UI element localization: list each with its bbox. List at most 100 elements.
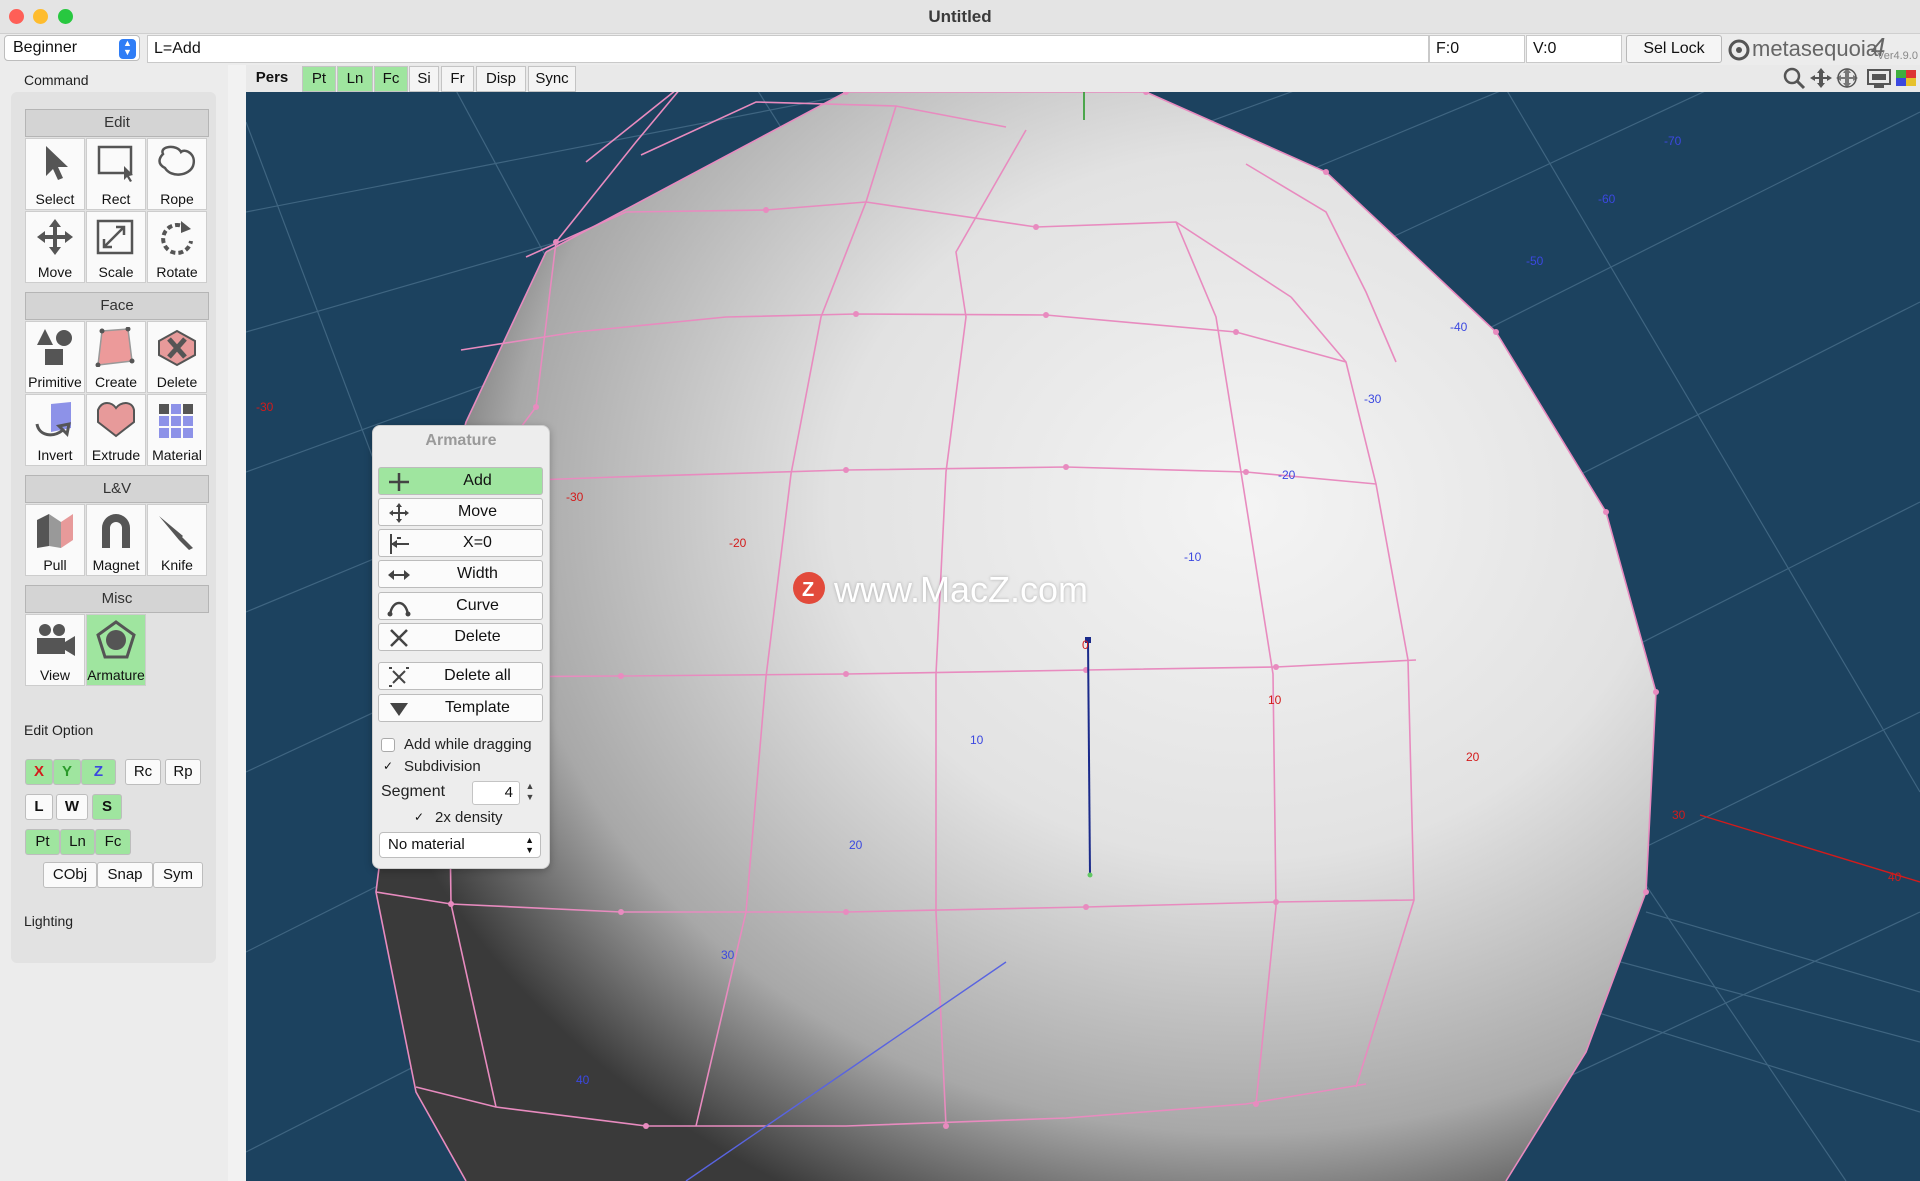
- axis-label: 20: [1466, 750, 1480, 764]
- axis-label: 30: [1672, 808, 1686, 822]
- knife-icon: [159, 516, 193, 550]
- group-lv-header[interactable]: L&V: [25, 475, 209, 503]
- armature-add-label: Add: [463, 472, 492, 489]
- command-field[interactable]: L=Add: [147, 35, 1429, 63]
- world-toggle[interactable]: W: [56, 794, 88, 820]
- screen-toggle[interactable]: S: [92, 794, 122, 820]
- tool-rect[interactable]: Rect: [86, 138, 146, 210]
- segment-stepper-icon[interactable]: ▲ ▼: [523, 781, 537, 805]
- armature-pentagon-icon: [96, 620, 136, 659]
- invert-face-icon: [35, 402, 71, 438]
- material-select[interactable]: No material ▲ ▼: [379, 832, 541, 858]
- rc-button[interactable]: Rc: [125, 759, 161, 785]
- cobj-button[interactable]: CObj: [43, 862, 97, 888]
- logo-icon: [1728, 39, 1750, 61]
- view-si-button[interactable]: Si: [409, 66, 439, 92]
- armature-x0-button[interactable]: X=0: [378, 529, 543, 557]
- group-face-header[interactable]: Face: [25, 292, 209, 320]
- tool-view[interactable]: View: [25, 614, 85, 686]
- edit-pt-toggle[interactable]: Pt: [25, 829, 60, 855]
- rope-select-icon: [158, 145, 196, 176]
- view-sync-button[interactable]: Sync: [528, 66, 576, 92]
- tool-rotate[interactable]: Rotate: [147, 211, 207, 283]
- tool-delete-face[interactable]: Delete: [147, 321, 207, 393]
- tool-rope[interactable]: Rope: [147, 138, 207, 210]
- view-pt-toggle[interactable]: Pt: [302, 66, 336, 92]
- subdivision-checkbox[interactable]: ✓: [381, 760, 395, 774]
- top-bar: Beginner ▲ ▼ L=Add F:0 V:0 Sel Lock metas…: [0, 32, 1920, 65]
- panel-splitter[interactable]: [228, 65, 246, 1181]
- title-bar: Untitled: [0, 0, 1920, 34]
- screen-layout-icon[interactable]: [1866, 66, 1894, 90]
- tool-scale[interactable]: Scale: [86, 211, 146, 283]
- armature-move-button[interactable]: Move: [378, 498, 543, 526]
- tool-magnet[interactable]: Magnet: [86, 504, 146, 576]
- axis-label: 40: [1888, 870, 1902, 884]
- orbit-icon[interactable]: [1834, 66, 1860, 90]
- group-edit-header[interactable]: Edit: [25, 109, 209, 137]
- armature-add-button[interactable]: Add: [378, 467, 543, 495]
- snap-button[interactable]: Snap: [97, 862, 153, 888]
- axis-label: 10: [1268, 693, 1282, 707]
- local-toggle[interactable]: L: [25, 794, 53, 820]
- view-ln-toggle[interactable]: Ln: [337, 66, 373, 92]
- tool-knife[interactable]: Knife: [147, 504, 207, 576]
- tool-select[interactable]: Select: [25, 138, 85, 210]
- material-select-value: No material: [388, 836, 465, 853]
- segment-label: Segment: [381, 783, 446, 800]
- delete-face-icon: [158, 329, 196, 367]
- tool-material[interactable]: Material: [147, 394, 207, 466]
- axis-z-toggle[interactable]: Z: [81, 759, 116, 785]
- view-fr-button[interactable]: Fr: [441, 66, 474, 92]
- axis-label: -60: [1598, 192, 1616, 206]
- rp-button[interactable]: Rp: [165, 759, 201, 785]
- tool-extrude[interactable]: Extrude: [86, 394, 146, 466]
- face-count: F:0: [1429, 35, 1525, 63]
- sphere-mesh[interactable]: [376, 92, 1656, 1181]
- sel-lock-button[interactable]: Sel Lock: [1626, 35, 1722, 63]
- group-misc-header[interactable]: Misc: [25, 585, 209, 613]
- lighting-label[interactable]: Lighting: [24, 913, 73, 929]
- pers-view-button[interactable]: Pers: [248, 66, 296, 92]
- armature-delete-button[interactable]: Delete: [378, 623, 543, 651]
- pan-icon[interactable]: [1808, 66, 1834, 90]
- pull-icon: [37, 514, 73, 548]
- armature-curve-button[interactable]: Curve: [378, 592, 543, 620]
- tool-primitive[interactable]: Primitive: [25, 321, 85, 393]
- plus-icon: [389, 473, 409, 491]
- add-while-dragging-checkbox[interactable]: [381, 738, 395, 752]
- color-panels-icon[interactable]: [1894, 66, 1918, 90]
- density-label: 2x density: [435, 809, 503, 826]
- axis-y-toggle[interactable]: Y: [53, 759, 81, 785]
- scale-icon: [96, 219, 134, 255]
- tool-pull[interactable]: Pull: [25, 504, 85, 576]
- tool-rect-label: Rect: [101, 191, 131, 207]
- edit-fc-toggle[interactable]: Fc: [95, 829, 131, 855]
- armature-delete-all-button[interactable]: Delete all: [378, 662, 543, 690]
- triangle-down-icon: [390, 703, 408, 716]
- tool-knife-label: Knife: [161, 557, 193, 573]
- density-checkbox[interactable]: ✓: [412, 811, 426, 825]
- armature-panel-title[interactable]: Armature: [373, 432, 549, 450]
- tool-move-label: Move: [37, 264, 73, 280]
- window-title: Untitled: [928, 7, 992, 26]
- sym-button[interactable]: Sym: [153, 862, 203, 888]
- tool-move[interactable]: Move: [25, 211, 85, 283]
- segment-input[interactable]: 4: [472, 781, 520, 805]
- axis-label: -70: [1664, 134, 1682, 148]
- armature-template-button[interactable]: Template: [378, 694, 543, 722]
- tool-armature[interactable]: Armature: [86, 614, 146, 686]
- view-disp-button[interactable]: Disp: [476, 66, 526, 92]
- view-fc-toggle[interactable]: Fc: [374, 66, 408, 92]
- armature-move-label: Move: [457, 503, 498, 520]
- axis-x-toggle[interactable]: X: [25, 759, 53, 785]
- armature-width-button[interactable]: Width: [378, 560, 543, 588]
- tool-invert[interactable]: Invert: [25, 394, 85, 466]
- tool-magnet-label: Magnet: [92, 557, 140, 573]
- mode-select[interactable]: Beginner ▲ ▼: [4, 35, 140, 61]
- primitive-shapes-icon: [37, 329, 72, 365]
- zoom-icon[interactable]: [1782, 66, 1808, 90]
- armature-tip-handle[interactable]: [1087, 872, 1093, 878]
- tool-create[interactable]: Create: [86, 321, 146, 393]
- edit-ln-toggle[interactable]: Ln: [60, 829, 95, 855]
